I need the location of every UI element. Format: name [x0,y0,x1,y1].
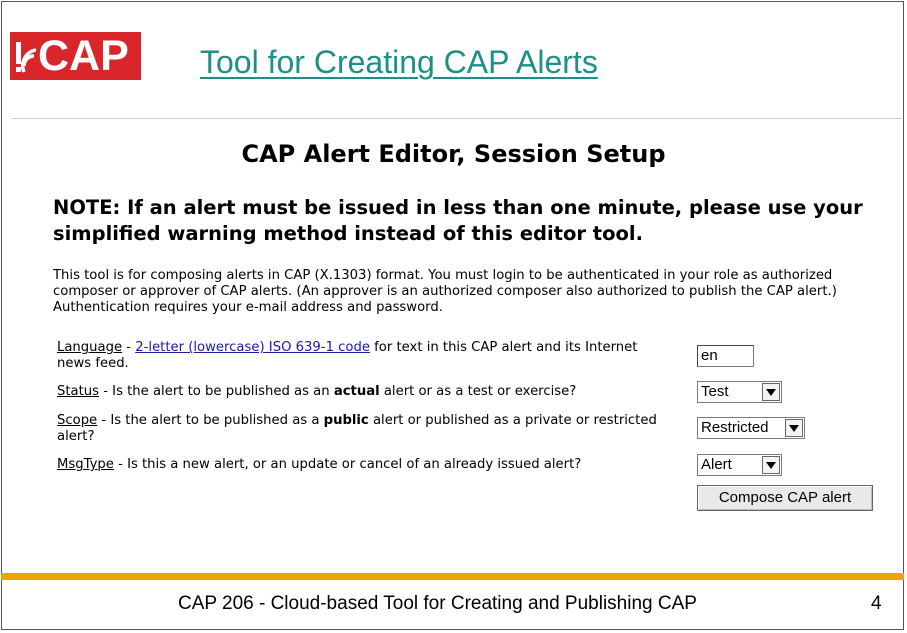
chevron-down-icon[interactable] [762,456,780,474]
slide-title: Tool for Creating CAP Alerts [200,44,598,80]
editor-title: CAP Alert Editor, Session Setup [241,140,666,168]
footer-text: CAP 206 - Cloud-based Tool for Creating … [178,593,697,614]
chevron-down-icon[interactable] [785,419,803,437]
iso-639-1-link[interactable]: 2-letter (lowercase) ISO 639-1 code [135,340,370,355]
msgtype-row: MsgType - Is this a new alert, or an upd… [57,457,582,472]
header-divider [12,118,902,119]
scope-row: Scope - Is the alert to be published as … [57,413,657,444]
compose-cap-alert-button[interactable]: Compose CAP alert [697,485,873,511]
chevron-down-icon[interactable] [762,383,780,401]
status-label: Status [57,384,100,399]
msgtype-select[interactable]: Alert [697,454,782,476]
broadcast-signal-icon [14,36,37,76]
status-row: Status - Is the alert to be published as… [57,384,577,399]
scope-select[interactable]: Restricted [697,417,805,439]
cap-logo: CAP [10,32,141,80]
scope-label: Scope [57,413,98,428]
logo-text: CAP [38,32,129,80]
status-select[interactable]: Test [697,381,782,403]
language-row: Language - 2-letter (lowercase) ISO 639-… [57,340,638,371]
language-label: Language [57,340,123,355]
intro-text: This tool is for composing alerts in CAP… [53,268,837,315]
page-number: 4 [871,593,882,614]
footer-accent-bar [1,573,904,580]
language-input[interactable]: en [697,345,754,367]
msgtype-label: MsgType [57,457,114,472]
warning-note: NOTE: If an alert must be issued in less… [53,196,863,245]
